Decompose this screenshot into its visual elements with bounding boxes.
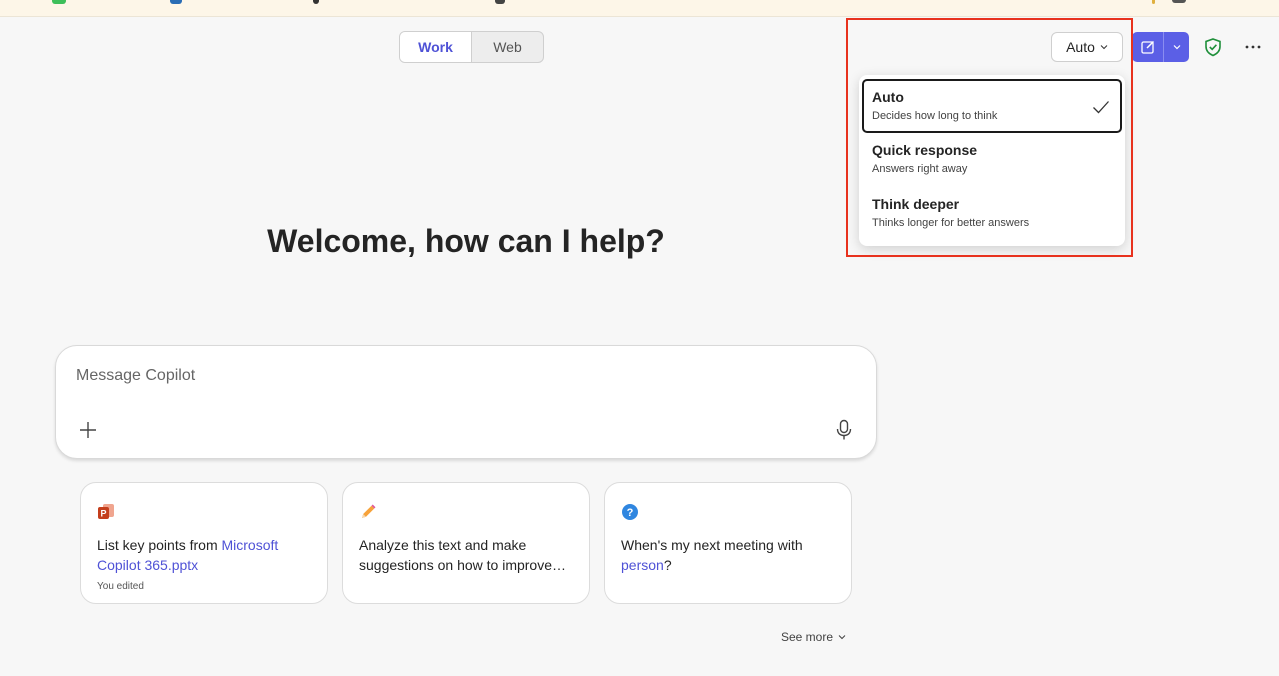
suggestion-text-part: List key points from — [97, 537, 222, 553]
powerpoint-icon: P — [98, 504, 114, 519]
shield-check-icon[interactable] — [1203, 37, 1223, 57]
suggestion-text-part: Analyze this text and make suggestions o… — [359, 537, 566, 573]
chevron-down-icon — [838, 635, 846, 640]
suggestion-link: person — [621, 557, 664, 573]
welcome-heading: Welcome, how can I help? — [267, 223, 665, 259]
svg-text:?: ? — [627, 507, 634, 519]
see-more-label: See more — [781, 630, 834, 644]
message-input[interactable] — [76, 364, 836, 388]
response-mode-label: Auto — [1066, 39, 1095, 55]
chevron-down-icon — [1100, 45, 1108, 50]
suggestion-card[interactable]: ? When's my next meeting with person? — [604, 482, 852, 604]
bookmark-fragment — [1152, 0, 1155, 4]
menu-item-auto[interactable]: Auto Decides how long to think — [862, 79, 1122, 133]
svg-text:P: P — [100, 509, 106, 519]
bookmark-fragment — [495, 0, 505, 4]
suggestion-text: List key points from Microsoft Copilot 3… — [97, 535, 311, 575]
response-mode-menu: Auto Decides how long to think Quick res… — [859, 75, 1125, 246]
toggle-work[interactable]: Work — [400, 32, 472, 62]
question-icon: ? — [622, 504, 638, 520]
bookmark-fragment — [170, 0, 182, 4]
suggestion-card[interactable]: P List key points from Microsoft Copilot… — [80, 482, 328, 604]
suggestion-text-part: When's my next meeting with — [621, 537, 803, 553]
see-more-button[interactable]: See more — [781, 630, 846, 644]
browser-bookmarks-strip — [0, 0, 1279, 17]
menu-item-quick-response[interactable]: Quick response Answers right away — [862, 133, 1122, 187]
menu-item-title: Think deeper — [872, 196, 960, 212]
suggestion-text: When's my next meeting with person? — [621, 535, 835, 575]
menu-item-description: Decides how long to think — [872, 110, 998, 122]
response-mode-button[interactable]: Auto — [1051, 32, 1123, 62]
new-chat-button[interactable] — [1132, 32, 1164, 62]
suggestion-meta: You edited — [97, 581, 144, 592]
message-composer — [55, 345, 877, 459]
pencil-icon — [362, 504, 376, 518]
menu-item-title: Quick response — [872, 142, 978, 158]
toggle-web[interactable]: Web — [472, 32, 543, 62]
new-chat-split-button — [1132, 32, 1189, 62]
plus-icon[interactable] — [78, 420, 98, 440]
bookmark-fragment — [313, 0, 319, 4]
microphone-icon[interactable] — [835, 419, 853, 441]
bookmark-fragment — [52, 0, 66, 4]
menu-item-description: Answers right away — [872, 163, 968, 175]
suggestion-text-part: ? — [663, 557, 672, 573]
menu-item-title: Auto — [872, 89, 904, 105]
more-options-button[interactable] — [1242, 38, 1264, 56]
more-horizontal-icon — [1245, 45, 1261, 49]
checkmark-icon — [1093, 101, 1109, 114]
work-web-toggle: Work Web — [399, 31, 544, 63]
compose-icon — [1140, 40, 1154, 54]
menu-item-think-deeper[interactable]: Think deeper Thinks longer for better an… — [862, 187, 1122, 241]
suggestion-card[interactable]: Analyze this text and make suggestions o… — [342, 482, 590, 604]
suggestion-text: Analyze this text and make suggestions o… — [359, 535, 573, 575]
bookmark-fragment — [1172, 0, 1186, 3]
chevron-down-icon — [1173, 45, 1180, 50]
new-chat-options-button[interactable] — [1164, 32, 1189, 62]
menu-item-description: Thinks longer for better answers — [872, 217, 1030, 229]
